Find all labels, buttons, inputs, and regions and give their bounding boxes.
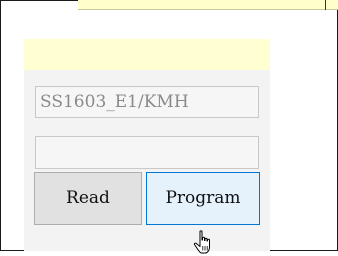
program-panel: SS1603_E1/KMH Read Program: [24, 39, 270, 251]
program-button[interactable]: Program: [146, 172, 260, 225]
top-divider: [325, 0, 326, 10]
secondary-field[interactable]: [35, 136, 259, 169]
panel-highlight-bar: [24, 39, 270, 70]
device-name-field[interactable]: SS1603_E1/KMH: [35, 86, 259, 118]
read-button[interactable]: Read: [34, 172, 142, 225]
top-highlight-bar: [78, 0, 338, 10]
top-strip: [0, 0, 338, 10]
